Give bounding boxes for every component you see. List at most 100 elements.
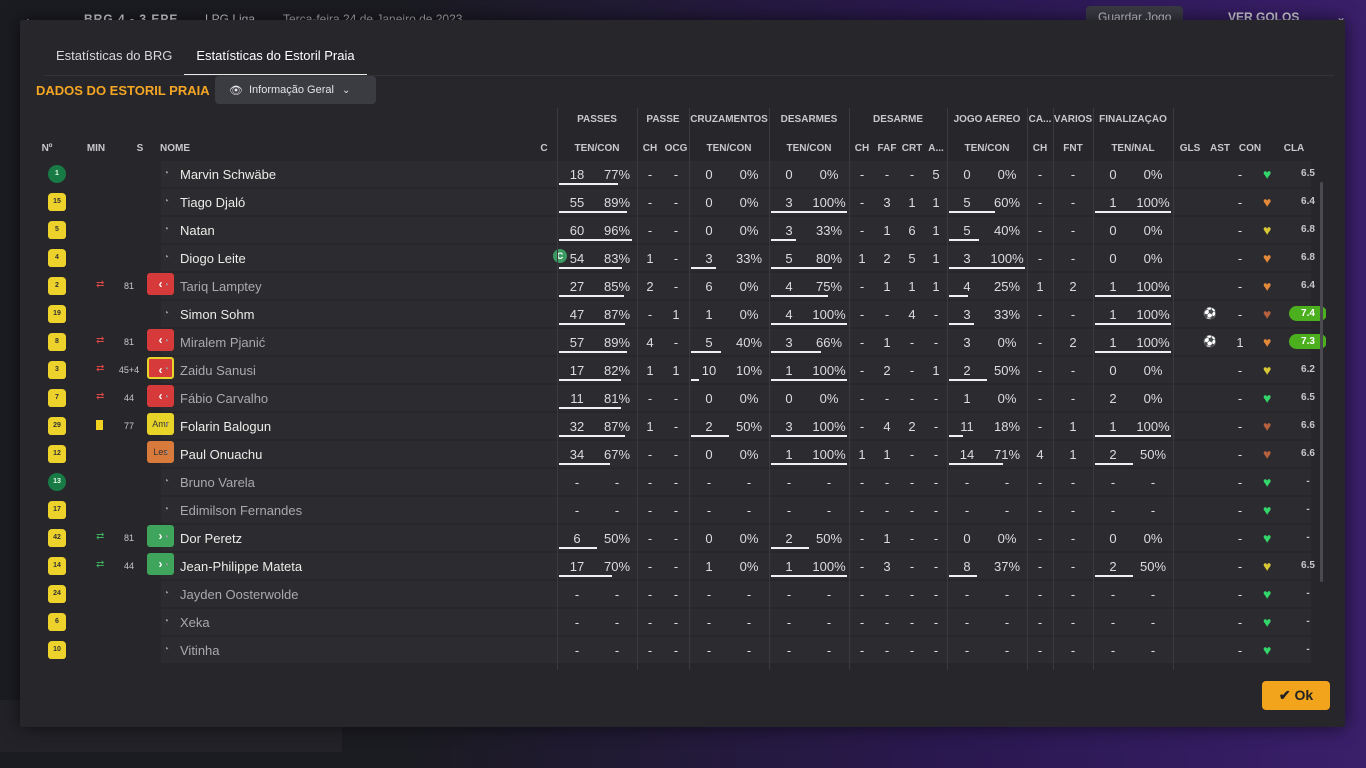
desarmes-attempts: - bbox=[786, 615, 792, 630]
desarme-a: - bbox=[933, 503, 939, 518]
cruzamentos-attempts: 2 bbox=[705, 419, 713, 434]
jogo-aereo-percent: 0% bbox=[997, 167, 1017, 182]
desarme-crt: - bbox=[909, 363, 915, 378]
ok-button[interactable]: ✔ Ok bbox=[1262, 681, 1330, 710]
column-divider bbox=[637, 108, 638, 670]
table-row[interactable]: 2 ⇄ 81 ‹ ◔ Tariq Lamptey 27 85% 2 - 6 0% 4 75% - 1 1 1 4 25… bbox=[36, 272, 1326, 300]
player-name[interactable]: Edimilson Fernandes bbox=[180, 503, 302, 518]
passes-percent: 81% bbox=[603, 391, 631, 406]
player-name[interactable]: Tariq Lamptey bbox=[180, 279, 262, 294]
scrollbar[interactable] bbox=[1320, 182, 1323, 582]
player-name[interactable]: Jayden Oosterwolde bbox=[180, 587, 299, 602]
substitution-out-icon: ⇄ bbox=[96, 335, 105, 346]
player-name[interactable]: Jean-Philippe Mateta bbox=[180, 559, 302, 574]
player-name[interactable]: Bruno Varela bbox=[180, 475, 255, 490]
finalizacao-percent: - bbox=[1150, 503, 1156, 518]
player-name[interactable]: Dor Peretz bbox=[180, 531, 242, 546]
desarme-crt: 1 bbox=[908, 279, 916, 294]
table-row[interactable]: 10 ◔ Vitinha - - - - - - - - - - - - - - - - - - - ♥ - bbox=[36, 636, 1326, 664]
cruzamentos-percent: 50% bbox=[735, 419, 763, 434]
group-header-passes: PASSES bbox=[577, 114, 617, 125]
finalizacao-bar bbox=[1095, 575, 1133, 577]
cruzamentos-bar bbox=[691, 435, 729, 437]
player-name[interactable]: Vitinha bbox=[180, 643, 220, 658]
player-name[interactable]: Marvin Schwäbe bbox=[180, 167, 276, 182]
desarme-ch: - bbox=[859, 587, 865, 602]
passes-percent: - bbox=[614, 587, 620, 602]
stats-dialog: Estatísticas do BRG Estatísticas do Esto… bbox=[20, 20, 1345, 727]
tab-estoril-stats[interactable]: Estatísticas do Estoril Praia bbox=[184, 46, 367, 76]
table-row[interactable]: 4 ◔ Diogo Leite C 54 83% 1-3 33% 5 80% 1 2 5 1 3 100% - -… bbox=[36, 244, 1326, 272]
passe-ch: 1 bbox=[646, 363, 654, 378]
desarme-a: - bbox=[933, 335, 939, 350]
table-row[interactable]: 17 ◔ Edimilson Fernandes - - - - - - - - - - - - - - - - - -… bbox=[36, 496, 1326, 524]
table-row[interactable]: 13 ◔ Bruno Varela - - - - - - - - - - - - - - - - - - - ♥ - bbox=[36, 468, 1326, 496]
player-name[interactable]: Simon Sohm bbox=[180, 307, 254, 322]
desarme-a: - bbox=[933, 447, 939, 462]
table-row[interactable]: 1 ◔ Marvin Schwäbe 18 77% - - 0 0% 0 0% - - - 5 0 0% - - 0 0… bbox=[36, 160, 1326, 188]
column-header-ocg: OCG bbox=[664, 143, 688, 154]
jogo-aereo-bar bbox=[949, 267, 1025, 269]
column-header-min: MIN bbox=[86, 143, 106, 154]
table-row[interactable]: 14 ⇄ 44 › ◔ Jean-Philippe Mateta 17 70% - - 1 0% 1 10… bbox=[36, 552, 1326, 580]
cruzamentos-attempts: 0 bbox=[705, 167, 713, 182]
table-row[interactable]: 15 ◔ Tiago Djaló 55 89% - -0 0% 3 100% -3 1 1 5 60% - -1… bbox=[36, 188, 1326, 216]
player-headset-icon: ◔ bbox=[163, 224, 170, 235]
finalizacao-percent: 0% bbox=[1143, 391, 1163, 406]
player-headset-icon: ◔ bbox=[163, 588, 170, 599]
finalizacao-percent: 100% bbox=[1136, 335, 1170, 350]
cartoes-ch: - bbox=[1037, 307, 1043, 322]
player-name[interactable]: Diogo Leite bbox=[180, 251, 246, 266]
passes-percent: 83% bbox=[603, 251, 631, 266]
player-name[interactable]: Folarin Balogun bbox=[180, 419, 271, 434]
desarme-crt: - bbox=[909, 643, 915, 658]
passe-ocg: - bbox=[673, 167, 679, 182]
player-headset-icon: ◔ bbox=[163, 504, 170, 515]
player-name[interactable]: Zaidu Sanusi bbox=[180, 363, 256, 378]
desarme-crt: 6 bbox=[908, 223, 916, 238]
cartoes-ch: - bbox=[1037, 531, 1043, 546]
passes-attempts: 27 bbox=[569, 279, 585, 294]
table-row[interactable]: 7 ⇄ 44 ‹ ◔ Fábio Carvalho 11 81% - - 0 0% 0 0% - - - - 1 0%… bbox=[36, 384, 1326, 412]
column-header-a: A... bbox=[928, 143, 944, 154]
table-row[interactable]: 24 ◔ Jayden Oosterwolde - - - - - - - - - - - - - - - - - - -… bbox=[36, 580, 1326, 608]
table-row[interactable]: 5 ◔ Natan 60 96% - -0 0% 3 33% -1 6 1 5 40% - -0 0% - ♥ 6.8 bbox=[36, 216, 1326, 244]
view-dropdown[interactable]: 👁 Informação Geral ⌄ bbox=[215, 76, 376, 104]
player-name[interactable]: Miralem Pjanić bbox=[180, 335, 265, 350]
subbed-off-badge[interactable]: ‹ bbox=[147, 357, 174, 379]
cartoes-ch: - bbox=[1037, 223, 1043, 238]
subbed-off-badge[interactable]: ‹ bbox=[147, 273, 174, 295]
table-row[interactable]: 29 77 Amr ◔ Folarin Balogun 32 87% 1-2 50% 3 100% -… bbox=[36, 412, 1326, 440]
player-name[interactable]: Paul Onuachu bbox=[180, 447, 262, 462]
shirt-number-icon: 42 bbox=[48, 529, 66, 547]
desarmes-attempts: 3 bbox=[785, 223, 793, 238]
subbed-off-badge[interactable]: ‹ bbox=[147, 329, 174, 351]
subbed-on-badge[interactable]: › bbox=[147, 553, 174, 575]
finalizacao-percent: 0% bbox=[1143, 251, 1163, 266]
table-row[interactable]: 19 ◔ Simon Sohm 47 87% -1 1 0% 4 100% - -4-3 33% - -1 1… bbox=[36, 300, 1326, 328]
player-name[interactable]: Xeka bbox=[180, 615, 210, 630]
column-divider bbox=[1027, 108, 1028, 670]
table-row[interactable]: 6 ◔ Xeka - - - - - - - - - - - - - - - - - - - ♥ - bbox=[36, 608, 1326, 636]
player-name[interactable]: Tiago Djaló bbox=[180, 195, 245, 210]
subbed-on-badge[interactable]: › bbox=[147, 525, 174, 547]
passes-percent: 87% bbox=[603, 419, 631, 434]
desarme-ch: - bbox=[859, 475, 865, 490]
cruzamentos-attempts: 1 bbox=[705, 559, 713, 574]
shirt-number-icon: 17 bbox=[48, 501, 66, 519]
table-row[interactable]: 8 ⇄ 81 ‹ ◔ Miralem Pjanić 57 89% 4 - 5 40% 3 66% - 1 - - 3… bbox=[36, 328, 1326, 356]
passes-attempts: 11 bbox=[570, 391, 584, 406]
table-row[interactable]: 42 ⇄ 81 › ◔ Dor Peretz 6 50% - - 0 0% 2 50% - 1 - - 0 0% - - 0… bbox=[36, 524, 1326, 552]
condition-heart-icon: ♥ bbox=[1263, 502, 1272, 518]
table-row[interactable]: 3 ⇄ 45+4 ‹ ◔ Zaidu Sanusi 17 82% 1 1 10 10% 1 100% -2-… bbox=[36, 356, 1326, 384]
player-name[interactable]: Fábio Carvalho bbox=[180, 391, 268, 406]
player-name[interactable]: Natan bbox=[180, 223, 215, 238]
table-row[interactable]: 12 Les ◔ Paul Onuachu 34 67% - -0 0% 1 100% 1 1- -14 7… bbox=[36, 440, 1326, 468]
tab-brg-stats[interactable]: Estatísticas do BRG bbox=[44, 46, 184, 76]
jogo-aereo-percent: 33% bbox=[993, 307, 1021, 322]
subbed-off-badge[interactable]: ‹ bbox=[147, 385, 174, 407]
player-headset-icon: ◔ bbox=[163, 168, 170, 179]
condition-heart-icon: ♥ bbox=[1263, 390, 1272, 406]
jogo-aereo-attempts: 4 bbox=[963, 279, 971, 294]
cruzamentos-percent: 0% bbox=[739, 167, 759, 182]
